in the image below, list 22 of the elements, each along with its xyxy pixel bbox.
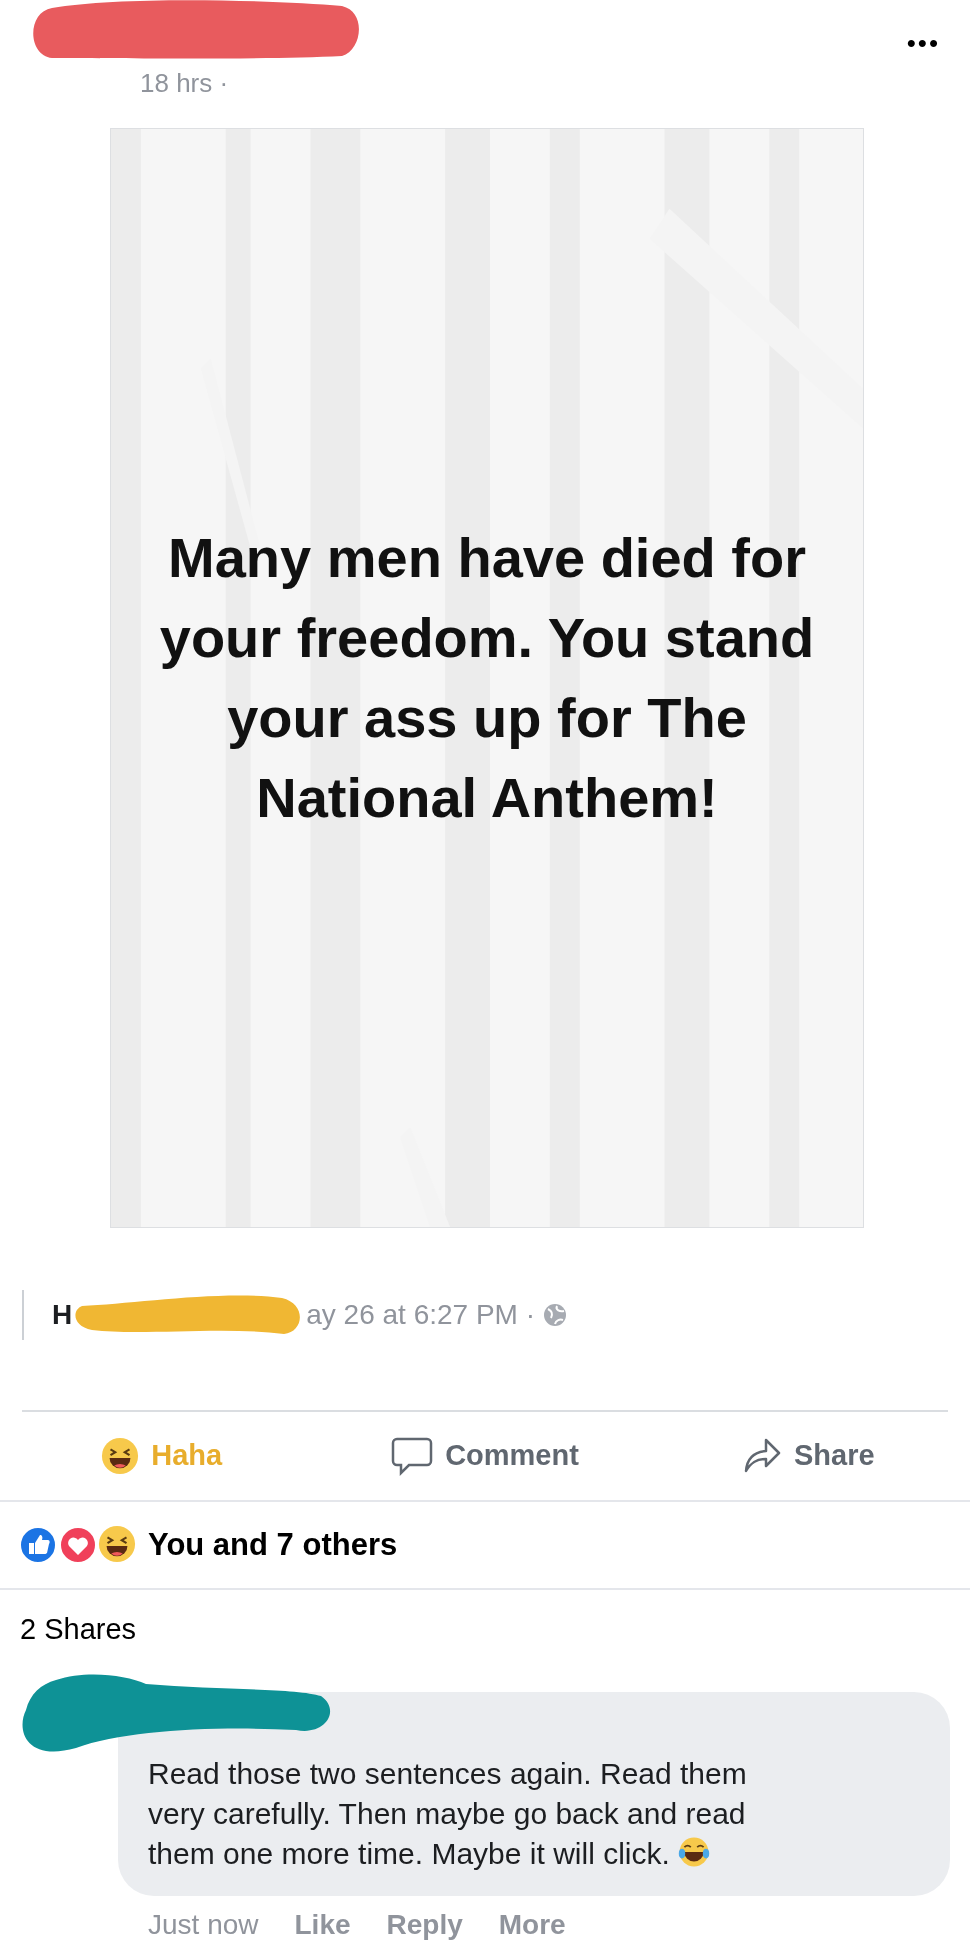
more-options-button[interactable]: ••• xyxy=(906,24,940,63)
speech-bubble-icon xyxy=(391,1436,434,1476)
post-time: 18 hrs · xyxy=(140,67,229,100)
share-arrow-icon xyxy=(742,1437,782,1475)
heart-reaction-icon xyxy=(58,1525,98,1565)
tears-of-joy-emoji-icon xyxy=(678,1836,711,1868)
share-count[interactable]: 2 Shares xyxy=(20,1608,137,1652)
reaction-summary[interactable]: You and 7 others xyxy=(148,1521,398,1569)
post-action-button[interactable]: Comment xyxy=(323,1421,647,1491)
comment-text: Read those two sentences again. Read them very carefully. Then maybe go back and read them one more time. Maybe it will click. xyxy=(148,1756,748,1872)
like-reaction-icon xyxy=(18,1525,58,1565)
comment-action-link[interactable]: Like xyxy=(294,1904,351,1946)
globe-icon xyxy=(543,1303,568,1327)
laughing-reaction-icon xyxy=(98,1525,136,1563)
comment-action-link[interactable]: More xyxy=(498,1904,566,1946)
image-caption: Many men have died for your freedom. You stand your ass up for The National Anthem! xyxy=(158,525,816,831)
laughing-emoji-icon xyxy=(101,1437,140,1475)
shared-post-time: ay 26 at 6:27 PM · xyxy=(306,1298,536,1332)
post-action-button[interactable]: Share xyxy=(646,1421,970,1491)
comment-time: Just now xyxy=(148,1908,259,1942)
author-initial: H xyxy=(52,1298,73,1332)
comment-action-link[interactable]: Reply xyxy=(386,1904,463,1946)
